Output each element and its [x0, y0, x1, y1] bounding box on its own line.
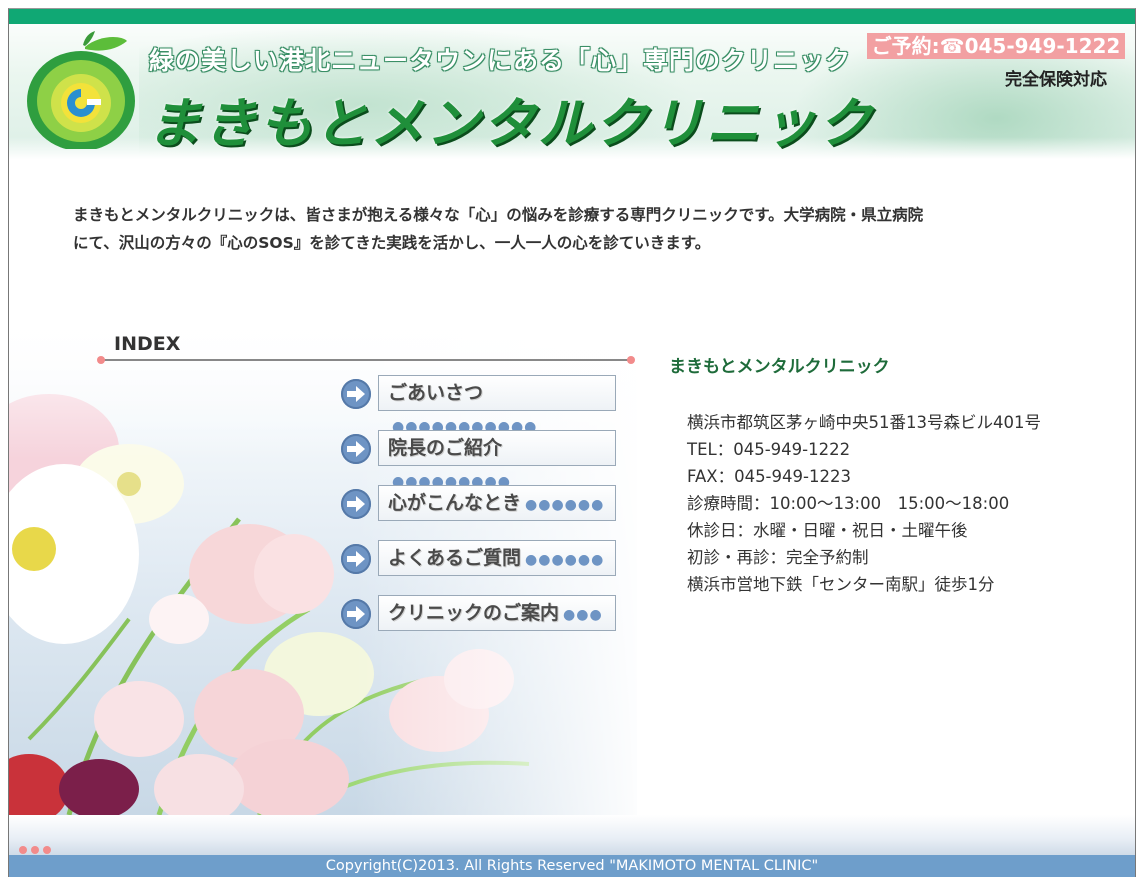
menu-button-box[interactable]: 院長のご紹介●●●●●●●●●	[378, 430, 616, 490]
menu-item-faq[interactable]: よくあるご質問 ●●●●●●	[341, 540, 631, 578]
intro-text: まきもとメンタルクリニックは、皆さまが抱える様々な「心」の悩みを診療する専門クリ…	[73, 201, 1083, 257]
clinic-info-title: まきもとメンタルクリニック	[669, 357, 890, 377]
menu-item-greeting[interactable]: ごあいさつ●●●●●●●●●●●	[341, 375, 631, 435]
index-panel: INDEX ごあいさつ●●●●●●●●●●● 院長のご紹介●●●●●●●●● 心…	[9, 319, 637, 815]
intro-line-2: にて、沢山の方々の『心のSOS』を診てきた実践を活かし、一人一人の心を診ていきま…	[73, 234, 711, 252]
menu-item-label: クリニックのご案内	[388, 602, 560, 624]
arrow-right-circle-icon	[341, 379, 371, 409]
clinic-info: 横浜市都筑区茅ヶ崎中央51番13号森ビル401号 TEL：045-949-122…	[687, 409, 1041, 598]
menu-item-label: 院長のご紹介	[388, 437, 503, 459]
index-divider	[101, 359, 631, 361]
clinic-closed-days: 休診日：水曜・日曜・祝日・土曜午後	[687, 521, 968, 540]
reservation-phone: ご予約:☎045-949-1222	[867, 33, 1125, 59]
header-tagline: 緑の美しい港北ニュータウンにある「心」専門のクリニック	[149, 46, 852, 75]
menu-button-box[interactable]: 心がこんなとき ●●●●●●	[378, 485, 616, 521]
clinic-tel: TEL：045-949-1222	[687, 440, 851, 459]
clinic-address: 横浜市都筑区茅ヶ崎中央51番13号森ビル401号	[687, 413, 1041, 432]
copyright-footer: Copyright(C)2013. All Rights Reserved "M…	[9, 855, 1135, 877]
menu-item-label: ごあいさつ	[388, 382, 484, 404]
arrow-right-circle-icon	[341, 489, 371, 519]
arrow-right-circle-icon	[341, 434, 371, 464]
apple-logo-icon[interactable]	[25, 31, 137, 149]
clinic-hours: 診療時間：10:00〜13:00 15:00〜18:00	[687, 494, 1010, 513]
menu-item-symptoms[interactable]: 心がこんなとき ●●●●●●	[341, 485, 631, 523]
footer-band	[9, 815, 1135, 855]
site-header: 緑の美しい港北ニュータウンにある「心」専門のクリニック まきもとメンタルクリニッ…	[9, 9, 1135, 159]
index-divider-dot-left	[97, 356, 105, 364]
menu-item-label: 心がこんなとき	[388, 492, 522, 514]
menu-button-box[interactable]: ごあいさつ●●●●●●●●●●●	[378, 375, 616, 435]
menu-item-dots: ●●●	[563, 607, 603, 623]
index-divider-dot-right	[627, 356, 635, 364]
intro-line-1: まきもとメンタルクリニックは、皆さまが抱える様々な「心」の悩みを診療する専門クリ…	[73, 206, 924, 224]
header-top-bar	[9, 9, 1135, 24]
insurance-note: 完全保険対応	[1005, 70, 1107, 90]
arrow-right-circle-icon	[341, 544, 371, 574]
menu-item-director[interactable]: 院長のご紹介●●●●●●●●●	[341, 430, 631, 490]
menu-item-dots: ●●●●●●	[525, 552, 605, 568]
menu-item-dots: ●●●●●●	[525, 497, 605, 513]
menu-button-box[interactable]: よくあるご質問 ●●●●●●	[378, 540, 616, 576]
clinic-appointment: 初診・再診：完全予約制	[687, 548, 869, 567]
site-title[interactable]: まきもとメンタルクリニック	[147, 79, 874, 158]
page-frame: 緑の美しい港北ニュータウンにある「心」専門のクリニック まきもとメンタルクリニッ…	[8, 8, 1136, 877]
arrow-right-circle-icon	[341, 599, 371, 629]
clinic-access: 横浜市営地下鉄「センター南駅」徒歩1分	[687, 575, 995, 594]
menu-item-clinic-guide[interactable]: クリニックのご案内 ●●●	[341, 595, 631, 633]
clinic-fax: FAX：045-949-1223	[687, 467, 851, 486]
menu-item-label: よくあるご質問	[388, 547, 522, 569]
menu-button-box[interactable]: クリニックのご案内 ●●●	[378, 595, 616, 631]
index-heading: INDEX	[114, 333, 181, 355]
